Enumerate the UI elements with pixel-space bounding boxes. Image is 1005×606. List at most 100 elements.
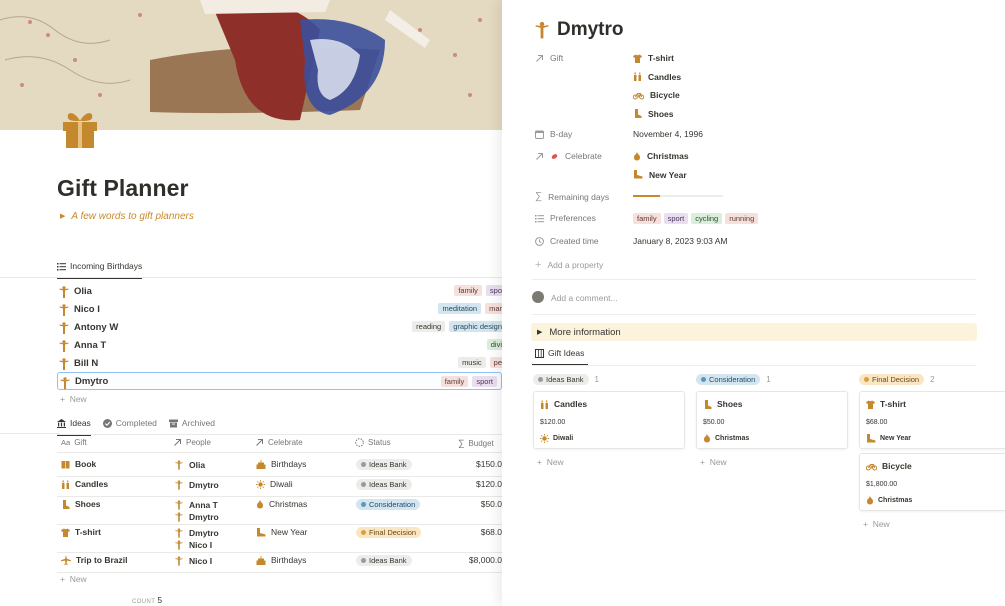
celebrate-relation[interactable]: New Year xyxy=(633,170,687,180)
gift-name: Trip to Brazil xyxy=(76,555,128,565)
board-group-header[interactable]: Consideration 1 xyxy=(696,374,771,385)
gift-relation[interactable]: T-shirt xyxy=(633,53,674,63)
board-group-header[interactable]: Ideas Bank 1 xyxy=(533,374,599,385)
status-cell[interactable]: Final Decision xyxy=(356,527,422,538)
birthday-row[interactable]: Dmytro family sport xyxy=(57,372,502,390)
property-created-time[interactable]: Created time xyxy=(535,236,599,246)
card-celebrate: Diwali xyxy=(540,434,573,443)
status-label: Final Decision xyxy=(369,528,417,537)
status-badge: Consideration xyxy=(356,499,421,510)
person-icon[interactable] xyxy=(535,21,549,39)
budget-value: $50.0 xyxy=(480,499,502,509)
add-property-button[interactable]: + Add a property xyxy=(535,259,603,271)
tab-gift-ideas[interactable]: Gift Ideas xyxy=(535,348,584,358)
status-label: Consideration xyxy=(369,500,416,509)
gift-relation[interactable]: Bicycle xyxy=(633,90,680,100)
gift-relation[interactable]: Candles xyxy=(633,72,681,82)
more-information-toggle[interactable]: ▶ More information xyxy=(531,323,977,341)
property-label: Gift xyxy=(550,53,564,63)
celebrate-cell[interactable]: Christmas xyxy=(256,499,307,509)
birthday-row[interactable]: Olia family spo xyxy=(57,282,502,300)
tag-list: music pe xyxy=(458,357,502,368)
celebrate-cell[interactable]: Birthdays xyxy=(256,459,306,469)
quote-toggle[interactable]: ▶ A few words to gift planners xyxy=(60,211,194,222)
gift-cell[interactable]: T-shirt xyxy=(61,527,101,537)
column-header-status[interactable]: Status xyxy=(355,438,391,447)
birthday-row[interactable]: Bill N music pe xyxy=(57,354,502,372)
gift-cell[interactable]: Book xyxy=(61,459,96,469)
budget-cell[interactable]: $8,000.0 xyxy=(469,555,502,565)
budget-cell[interactable]: $68.0 xyxy=(481,527,502,537)
budget-cell[interactable]: $150.0 xyxy=(476,459,502,469)
comment-input[interactable]: Add a comment... xyxy=(551,293,618,303)
property-preferences[interactable]: Preferences xyxy=(535,213,596,223)
remaining-days-bar[interactable] xyxy=(633,195,723,197)
board-card[interactable]: Candles $120.00 Diwali xyxy=(533,391,685,449)
toggle-triangle-icon: ▶ xyxy=(537,329,543,336)
board-card[interactable]: Shoes $50.00 Christmas xyxy=(696,391,848,449)
tab-completed[interactable]: Completed xyxy=(102,412,157,434)
birthday-row[interactable]: Antony W reading graphic design xyxy=(57,318,502,336)
person-icon xyxy=(175,528,183,538)
budget-cell[interactable]: $50.0 xyxy=(481,499,502,509)
people-cell[interactable]: Anna T xyxy=(174,499,218,511)
status-dot xyxy=(538,377,543,382)
xmas-icon xyxy=(256,499,264,509)
property-bday[interactable]: B-day xyxy=(535,129,572,139)
budget-cell[interactable]: $120.0 xyxy=(476,479,502,489)
board-card[interactable]: Bicycle $1,800.00 Christmas xyxy=(859,453,1005,511)
board-card[interactable]: T-shirt $68.00 New Year xyxy=(859,391,1005,449)
people-cell[interactable]: Nico I xyxy=(174,555,212,567)
bday-value[interactable]: November 4, 1996 xyxy=(633,129,703,139)
new-idea-button[interactable]: + New xyxy=(60,574,87,584)
created-value[interactable]: January 8, 2023 9:03 AM xyxy=(633,236,728,246)
birthday-row[interactable]: Nico I meditation mar xyxy=(57,300,502,318)
gift-cell[interactable]: Trip to Brazil xyxy=(61,555,127,565)
people-cell[interactable]: Nico I xyxy=(174,539,212,551)
tab-label: Gift Ideas xyxy=(548,348,585,358)
person-icon xyxy=(175,540,183,550)
celebrate-name: New Year xyxy=(649,169,687,180)
tab-ideas[interactable]: Ideas xyxy=(57,412,91,436)
celebrate-relation[interactable]: Christmas xyxy=(633,151,689,161)
status-cell[interactable]: Ideas Bank xyxy=(356,555,412,566)
gift-relation[interactable]: Shoes xyxy=(633,109,674,119)
tab-archived[interactable]: Archived xyxy=(168,412,215,434)
card-celebrate-text: New Year xyxy=(880,435,912,442)
gift-cell[interactable]: Shoes xyxy=(61,499,101,509)
column-header-budget[interactable]: ∑ Budget xyxy=(458,438,494,448)
property-gift[interactable]: Gift xyxy=(535,53,563,63)
panel-title[interactable]: Dmytro xyxy=(557,19,624,41)
board-group-header[interactable]: Final Decision 2 xyxy=(859,374,935,385)
status-cell[interactable]: Ideas Bank xyxy=(356,479,412,490)
new-birthday-button[interactable]: + New xyxy=(60,394,87,404)
board-new-button[interactable]: + New xyxy=(863,519,890,529)
gift-name: Candles xyxy=(648,71,682,82)
preferences-tags[interactable]: family sport cycling running xyxy=(633,213,759,224)
people-cell[interactable]: Dmytro xyxy=(174,511,219,523)
gift-cell[interactable]: Candles xyxy=(61,479,108,489)
tag-list: divi xyxy=(486,339,502,350)
column-header-people[interactable]: People xyxy=(173,438,211,447)
people-cell[interactable]: Olia xyxy=(174,459,205,471)
celebrate-cell[interactable]: Diwali xyxy=(256,479,293,489)
count-summary[interactable]: COUNT 5 xyxy=(132,595,162,605)
board-new-button[interactable]: + New xyxy=(537,457,564,467)
row-divider xyxy=(57,572,502,573)
property-remaining-days[interactable]: ∑ Remaining days xyxy=(535,191,609,202)
divider xyxy=(532,365,976,366)
tab-incoming-birthdays[interactable]: Incoming Birthdays xyxy=(57,255,143,279)
status-cell[interactable]: Ideas Bank xyxy=(356,459,412,470)
celebrate-cell[interactable]: New Year xyxy=(256,527,307,537)
peek-panel: Dmytro Gift T-shirt Candles Bicycle Shoes B-d… xyxy=(502,0,1005,606)
board-new-button[interactable]: + New xyxy=(700,457,727,467)
birthday-row[interactable]: Anna T divi xyxy=(57,336,502,354)
property-celebrate[interactable]: Celebrate xyxy=(535,151,602,161)
column-header-gift[interactable]: Aa Gift xyxy=(61,438,87,447)
people-cell[interactable]: Dmytro xyxy=(174,479,219,491)
status-cell[interactable]: Consideration xyxy=(356,499,421,510)
column-header-celebrate[interactable]: Celebrate xyxy=(255,438,303,447)
celebrate-cell[interactable]: Birthdays xyxy=(256,555,306,565)
people-cell[interactable]: Dmytro xyxy=(174,527,219,539)
gift-icon[interactable] xyxy=(60,106,100,148)
